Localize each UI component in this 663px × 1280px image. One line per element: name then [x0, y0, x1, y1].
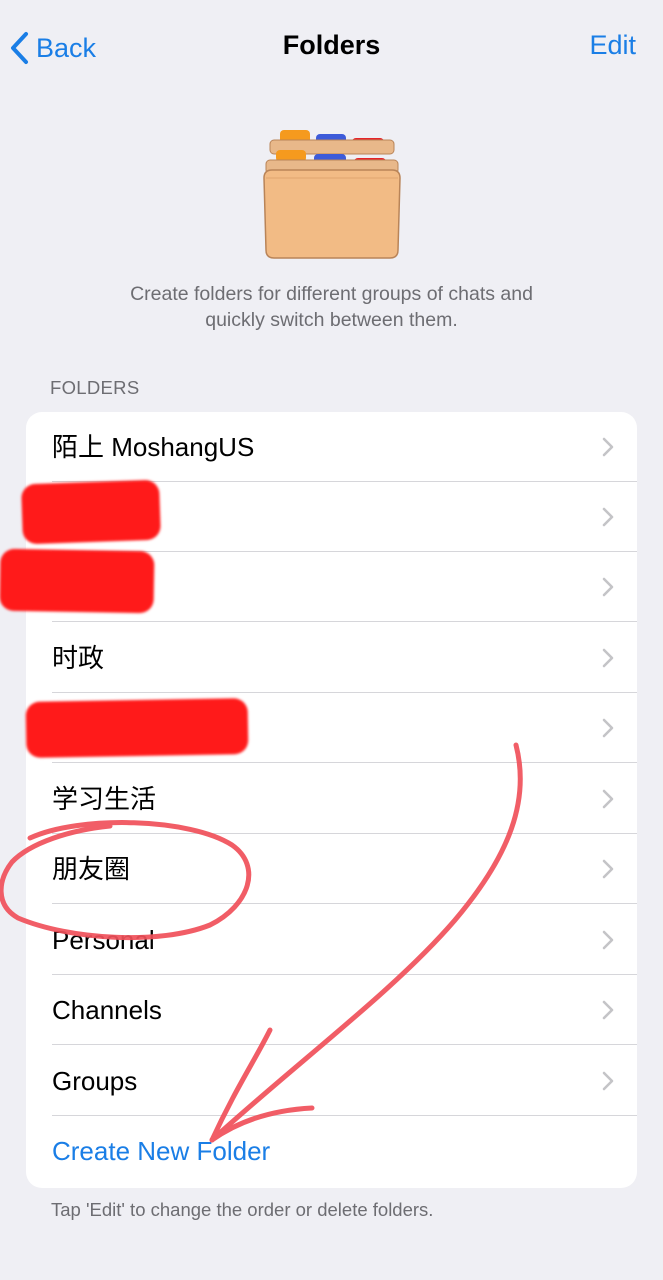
edit-button[interactable]: Edit: [589, 30, 636, 61]
row-divider: [52, 1044, 637, 1045]
chevron-right-icon: [602, 718, 614, 738]
chevron-right-icon: [602, 1071, 614, 1091]
page-title: Folders: [282, 30, 381, 60]
folder-label: Groups: [52, 1066, 138, 1096]
redaction-mark: [25, 698, 249, 758]
row-divider: [52, 762, 637, 763]
folder-row-shizheng[interactable]: 时政: [26, 623, 637, 693]
folder-label: 时政: [52, 643, 105, 673]
folder-label: Personal: [52, 925, 155, 955]
folder-row-pengyouquan[interactable]: 朋友圈: [26, 834, 637, 904]
folder-label: 朋友圈: [52, 854, 131, 884]
redaction-mark: [20, 479, 162, 545]
row-divider: [52, 903, 637, 904]
create-new-folder-label: Create New Folder: [52, 1136, 271, 1166]
section-header: FOLDERS: [50, 377, 140, 398]
footer-hint: Tap 'Edit' to change the order or delete…: [51, 1199, 434, 1220]
folder-label: 陌上 MoshangUS: [52, 432, 255, 462]
folder-label: Channels: [52, 995, 162, 1025]
create-new-folder-button[interactable]: Create New Folder: [26, 1116, 637, 1186]
folder-row-moshangus[interactable]: 陌上 MoshangUS: [26, 412, 637, 482]
chevron-right-icon: [602, 859, 614, 879]
folders-illustration-icon: [258, 124, 406, 264]
redaction-mark: [0, 548, 155, 614]
navigation-bar: Back Folders Edit: [0, 0, 663, 96]
folder-label: 学习生活: [52, 784, 157, 814]
description-line-2: quickly switch between them.: [205, 309, 458, 331]
chevron-right-icon: [602, 789, 614, 809]
folder-row-xuexishenghuo[interactable]: 学习生活: [26, 764, 637, 834]
folder-row-channels[interactable]: Channels: [26, 975, 637, 1045]
folders-description: Create folders for different groups of c…: [60, 281, 603, 333]
chevron-right-icon: [602, 648, 614, 668]
row-divider: [52, 621, 637, 622]
chevron-right-icon: [602, 930, 614, 950]
chevron-right-icon: [602, 437, 614, 457]
description-line-1: Create folders for different groups of c…: [130, 283, 533, 305]
folder-row-groups[interactable]: Groups: [26, 1046, 637, 1116]
chevron-right-icon: [602, 577, 614, 597]
chevron-right-icon: [602, 507, 614, 527]
folder-row-personal[interactable]: Personal: [26, 905, 637, 975]
chevron-right-icon: [602, 1000, 614, 1020]
